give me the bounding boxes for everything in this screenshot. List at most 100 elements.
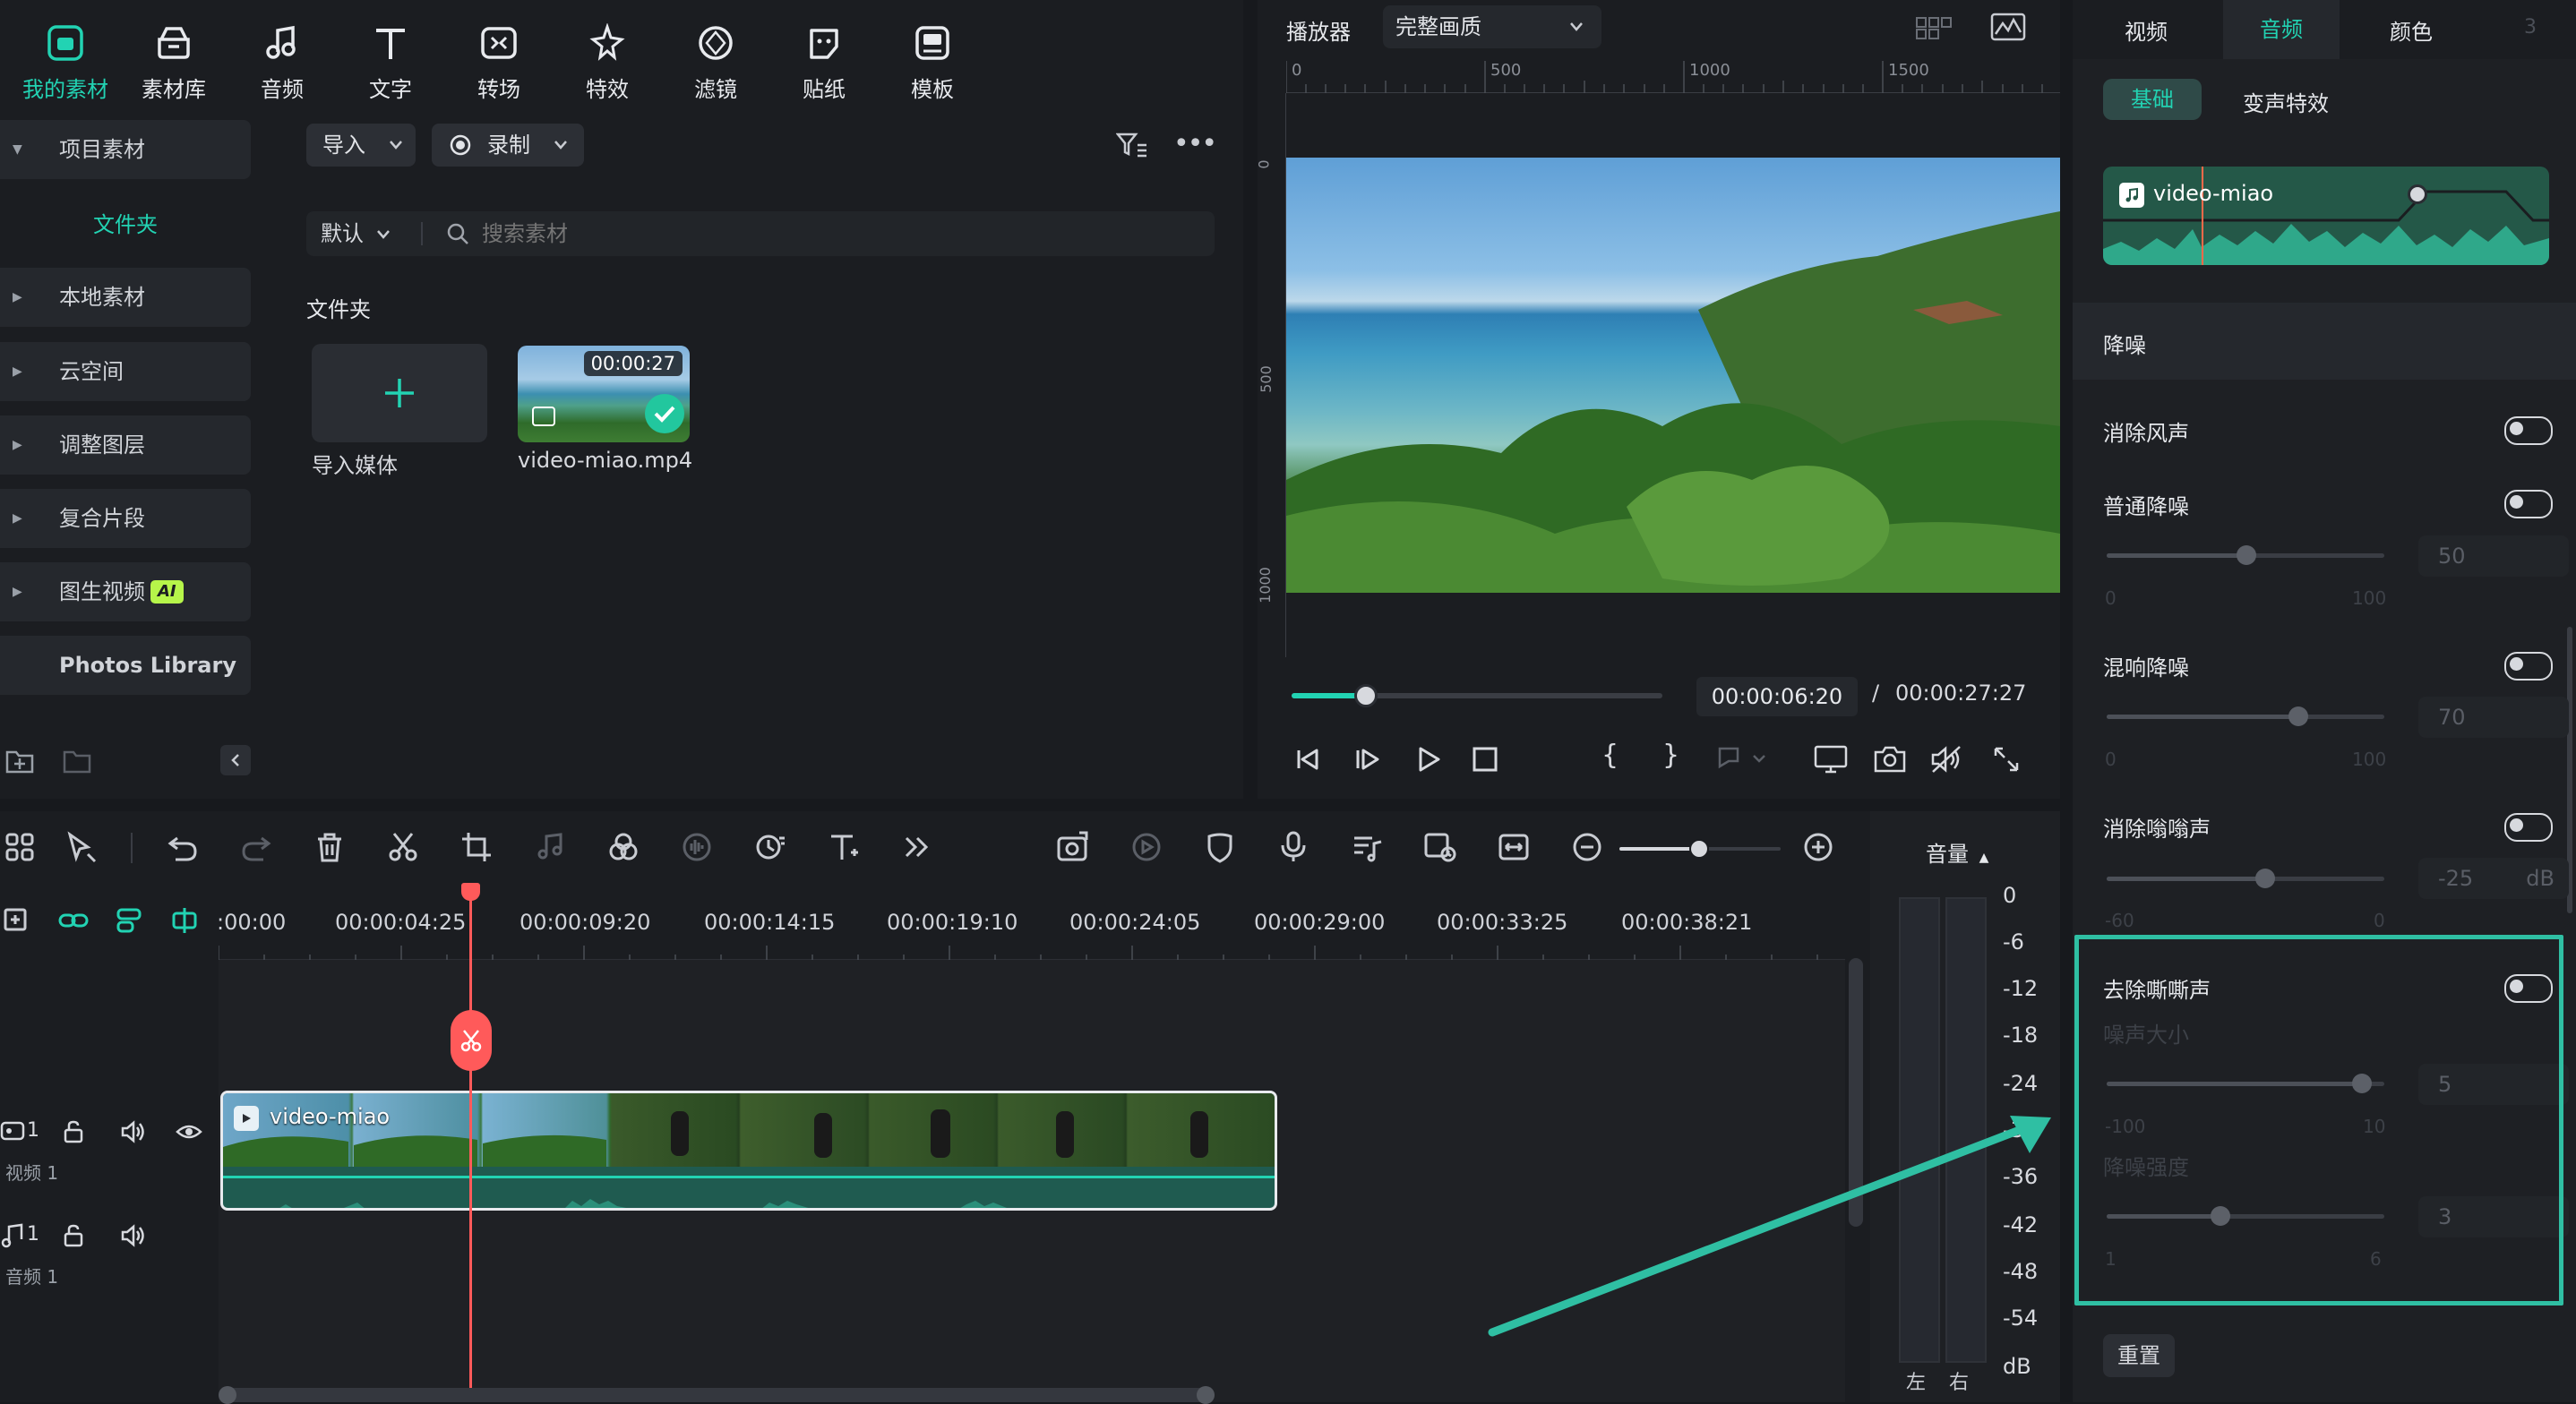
zoom-slider-knob[interactable] — [1689, 839, 1709, 859]
sidebar-item-adjust-layer[interactable]: ▶ 调整图层 — [0, 415, 251, 475]
toolbar-sticker[interactable]: 贴纸 — [775, 21, 873, 103]
track-volume-icon[interactable] — [120, 1119, 147, 1144]
import-button[interactable]: 导入 — [306, 124, 416, 167]
link-icon[interactable] — [56, 903, 91, 938]
color-match-icon[interactable] — [604, 827, 643, 867]
mark-in-button[interactable]: { — [1601, 740, 1619, 771]
new-folder-icon[interactable] — [4, 747, 36, 775]
sidebar-item-image-to-video[interactable]: ▶ 图生视频 AI — [0, 562, 251, 621]
record-button[interactable]: 录制 — [432, 124, 584, 167]
track-lock-icon[interactable] — [61, 1223, 86, 1248]
toolbar-text[interactable]: 文字 — [341, 21, 440, 103]
more-tools-icon[interactable] — [897, 827, 937, 867]
audio-off-button[interactable] — [1929, 743, 1965, 775]
volume-meter-title[interactable]: 音量 ▲ — [1926, 836, 1988, 868]
toolbar-my-media[interactable]: 我的素材 — [16, 21, 115, 103]
select-tool-icon[interactable] — [61, 827, 100, 867]
microphone-icon[interactable] — [1274, 827, 1313, 867]
quality-dropdown[interactable]: 完整画质 — [1383, 5, 1601, 48]
add-track-icon[interactable] — [0, 903, 36, 938]
collapse-sidebar-button[interactable] — [220, 745, 251, 775]
delete-icon[interactable] — [310, 827, 349, 867]
mark-out-button[interactable]: } — [1662, 740, 1679, 771]
speed-icon[interactable] — [751, 827, 790, 867]
fit-timeline-icon[interactable] — [1494, 827, 1533, 867]
redo-icon[interactable] — [236, 827, 276, 867]
normal-denoise-toggle[interactable] — [2504, 490, 2553, 518]
toolbar-transition[interactable]: 转场 — [450, 21, 548, 103]
zoom-in-icon[interactable] — [1799, 827, 1838, 867]
normal-denoise-value[interactable]: 50 — [2418, 535, 2569, 577]
text-tool-icon[interactable] — [824, 827, 863, 867]
reverb-denoise-value[interactable]: 70 — [2418, 697, 2569, 738]
playhead-split-button[interactable] — [451, 1010, 492, 1071]
video-preview[interactable] — [1286, 158, 2060, 593]
slider-knob[interactable] — [2288, 706, 2308, 726]
crop-icon[interactable] — [457, 827, 496, 867]
playback-progress[interactable] — [1292, 684, 1662, 707]
ripple-icon[interactable] — [167, 903, 202, 938]
scope-icon[interactable] — [1990, 13, 2026, 43]
search-input[interactable] — [480, 215, 1179, 253]
toolbar-audio[interactable]: 音频 — [233, 21, 331, 103]
import-media-tile[interactable] — [312, 344, 487, 442]
grid-view-icon[interactable] — [1915, 14, 1953, 41]
timeline-h-scrollbar[interactable] — [219, 1386, 1215, 1404]
remove-hum-value[interactable]: -25 dB — [2418, 858, 2569, 899]
track-visibility-icon[interactable] — [176, 1121, 202, 1143]
layout-icon[interactable] — [0, 827, 39, 867]
toolbar-template[interactable]: 模板 — [883, 21, 982, 103]
reverb-denoise-toggle[interactable] — [2504, 652, 2553, 681]
stop-button[interactable] — [1469, 743, 1501, 775]
subtab-voice-effects[interactable]: 变声特效 — [2243, 86, 2329, 117]
toolbar-filter[interactable]: 滤镜 — [666, 21, 765, 103]
sidebar-item-local-media[interactable]: ▶ 本地素材 — [0, 268, 251, 327]
reverb-denoise-slider[interactable] — [2107, 706, 2384, 726]
track-lock-icon[interactable] — [61, 1119, 86, 1144]
next-frame-button[interactable] — [1351, 743, 1383, 775]
audio-edit-icon[interactable] — [530, 827, 570, 867]
tab-video[interactable]: 视频 — [2125, 14, 2168, 46]
sort-dropdown[interactable]: 默认 — [321, 211, 391, 256]
normal-denoise-slider[interactable] — [2107, 545, 2384, 565]
timeline-video-clip[interactable]: video-miao — [220, 1091, 1277, 1211]
shield-icon[interactable] — [1200, 827, 1240, 867]
sidebar-item-compound-clip[interactable]: ▶ 复合片段 — [0, 489, 251, 548]
volume-keyframe-knob[interactable] — [2408, 184, 2427, 204]
slider-knob[interactable] — [2255, 869, 2275, 888]
more-options-icon[interactable]: ••• — [1173, 131, 1217, 158]
sidebar-item-project-media[interactable]: ▼ 项目素材 — [0, 120, 251, 179]
remove-hum-slider[interactable] — [2107, 869, 2384, 888]
toolbar-effects[interactable]: 特效 — [558, 21, 657, 103]
auto-reframe-icon[interactable] — [1053, 827, 1093, 867]
tab-audio[interactable]: 音频 — [2223, 0, 2340, 59]
magnet-snap-icon[interactable] — [111, 903, 147, 938]
storyboard-icon[interactable] — [1421, 827, 1460, 867]
ai-audio-icon[interactable] — [677, 827, 717, 867]
remove-hum-toggle[interactable] — [2504, 813, 2553, 842]
zoom-out-icon[interactable] — [1567, 827, 1607, 867]
zoom-slider[interactable] — [1619, 839, 1781, 859]
tab-overflow[interactable]: 3 — [2524, 16, 2537, 39]
subtab-basic[interactable]: 基础 — [2103, 79, 2202, 120]
audio-mix-icon[interactable] — [1347, 827, 1387, 867]
render-preview-icon[interactable] — [1127, 827, 1166, 867]
scroll-handle-right[interactable] — [1197, 1386, 1215, 1404]
filter-sort-icon[interactable] — [1114, 129, 1150, 161]
remove-wind-toggle[interactable] — [2504, 416, 2553, 445]
display-button[interactable] — [1813, 743, 1849, 775]
prev-frame-button[interactable] — [1292, 743, 1324, 775]
undo-icon[interactable] — [163, 827, 202, 867]
snapshot-button[interactable] — [1872, 743, 1908, 775]
playhead-handle[interactable] — [461, 883, 480, 901]
marker-button[interactable] — [1716, 745, 1770, 775]
tab-color[interactable]: 颜色 — [2390, 14, 2433, 46]
toolbar-stock-media[interactable]: 素材库 — [125, 21, 223, 103]
split-scissors-icon[interactable] — [383, 827, 423, 867]
track-volume-icon[interactable] — [120, 1223, 147, 1248]
play-button[interactable] — [1412, 743, 1444, 775]
slider-knob[interactable] — [2237, 545, 2256, 565]
sidebar-item-cloud[interactable]: ▶ 云空间 — [0, 342, 251, 401]
media-clip-thumbnail[interactable]: 00:00:27 — [518, 346, 690, 442]
sidebar-item-photos-library[interactable]: Photos Library — [0, 636, 251, 695]
